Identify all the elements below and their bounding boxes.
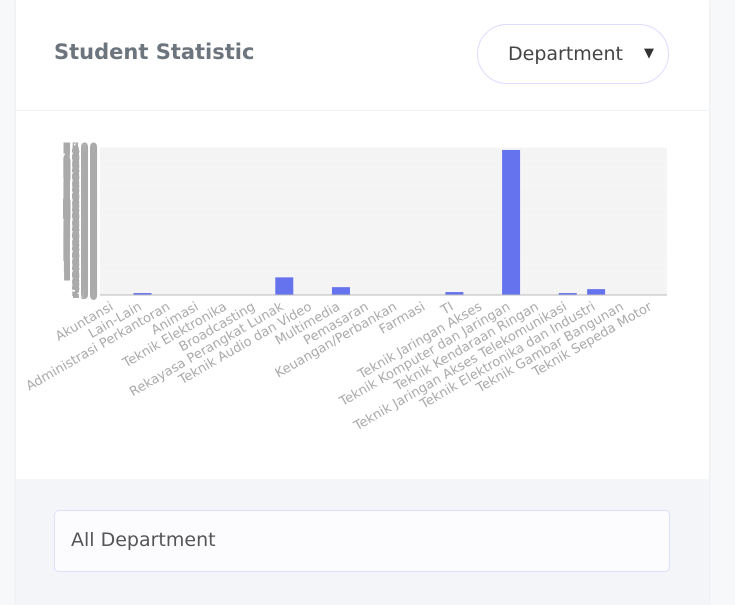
caret-down-icon: ▼ [644,46,654,61]
chart-area: 0 50 100 150 200 250 300 350 400 450 500 550 600 650 7… [16,111,709,479]
department-select[interactable]: Department ▼ [477,24,669,84]
bar-teknik-komputer-dan-jaringan[interactable] [502,149,521,295]
card-title: Student Statistic [54,40,255,64]
department-select-value: Department [508,43,623,65]
card-footer: All Department [16,479,709,605]
student-statistic-card: Student Statistic Department ▼ 0 50 100 150… [16,0,709,605]
card-header: Student Statistic Department ▼ [16,0,709,111]
y-tick-label: 7500 [62,141,98,157]
department-bar-chart: 0501001502002503003504004505005506006507… [24,141,667,435]
bar-multimedia[interactable] [331,287,350,295]
department-filter-input[interactable]: All Department [54,510,670,572]
bar-rekayasa-perangkat-lunak[interactable] [275,277,294,295]
department-filter-value: All Department [71,529,216,551]
bar-teknik-elektronika-dan-industri[interactable] [587,289,606,295]
